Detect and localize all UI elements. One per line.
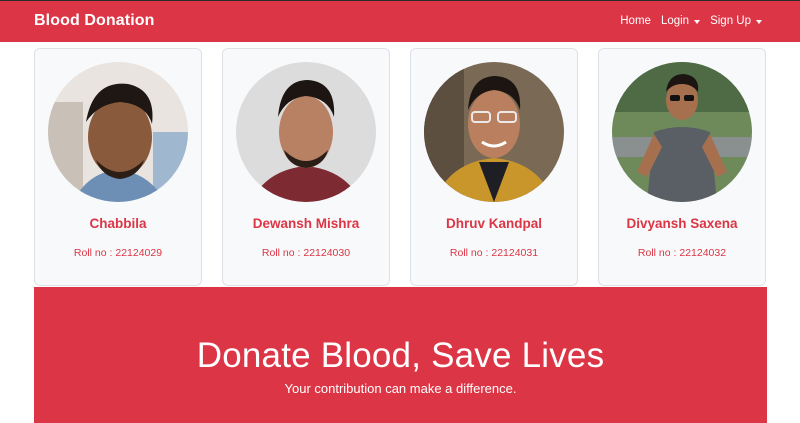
nav-home-link[interactable]: Home [620,15,651,27]
nav-login-label: Login [660,15,690,27]
member-name: Dhruv Kandpal [445,216,542,231]
member-photo [612,62,752,202]
nav-signup-label: Sign Up [710,15,751,27]
member-name: Dewansh Mishra [252,216,360,231]
member-name: Chabbila [89,216,147,231]
member-card: Dewansh Mishra Roll no : 22124030 [222,48,390,286]
nav-links: Home Login Sign Up [620,15,762,27]
brand-link[interactable]: Blood Donation [34,12,155,30]
caret-down-icon [756,19,762,24]
member-card: Chabbila Roll no : 22124029 [34,48,202,286]
member-roll: Roll no : 22124032 [637,247,727,259]
member-photo [236,62,376,202]
caret-down-icon [694,19,701,24]
member-name: Divyansh Saxena [626,216,738,231]
member-roll: Roll no : 22124031 [449,247,539,259]
member-card: Dhruv Kandpal Roll no : 22124031 [410,48,578,286]
navbar: Blood Donation Home Login Sign Up [0,0,800,42]
nav-signup-dropdown[interactable]: Sign Up [710,15,762,27]
member-photo [48,62,188,202]
hero-banner: Donate Blood, Save Lives Your contributi… [34,287,767,423]
nav-home-label: Home [620,15,651,27]
nav-login-dropdown[interactable]: Login [660,15,701,27]
member-roll: Roll no : 22124030 [261,247,351,259]
member-photo [424,62,564,202]
member-card: Divyansh Saxena Roll no : 22124032 [598,48,766,286]
hero-subtitle: Your contribution can make a difference. [284,381,517,396]
member-roll: Roll no : 22124029 [73,247,163,259]
hero-title: Donate Blood, Save Lives [196,336,605,375]
